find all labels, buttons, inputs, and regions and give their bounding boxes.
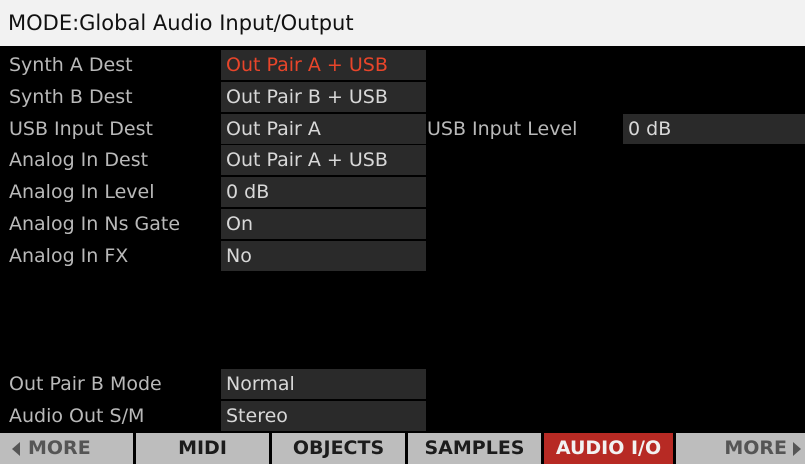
tab-more-right[interactable]: MORE [676,433,805,464]
usb-input-level-label: USB Input Level [427,118,578,140]
analog-in-dest-label: Analog In Dest [9,149,149,171]
analog-in-fx-value[interactable]: No [221,241,426,271]
tab-more-left[interactable]: MORE [0,433,133,464]
analog-in-dest-value[interactable]: Out Pair A + USB [221,145,426,175]
analog-in-ns-gate-value[interactable]: On [221,209,426,239]
soft-button-bar: MORE MIDI OBJECTS SAMPLES AUDIO I/O MORE [0,433,805,464]
out-pair-b-mode-value[interactable]: Normal [221,369,426,399]
synth-b-dest-label: Synth B Dest [9,86,133,108]
synth-a-dest-value[interactable]: Out Pair A + USB [221,50,426,80]
triangle-left-icon [12,441,20,456]
out-pair-b-mode-label: Out Pair B Mode [9,373,162,395]
usb-input-dest-label: USB Input Dest [9,118,153,140]
tab-more-left-label: MORE [28,437,91,459]
usb-input-level-value[interactable]: 0 dB [623,114,805,144]
synth-b-dest-value[interactable]: Out Pair B + USB [221,82,426,112]
page-title: MODE:Global Audio Input/Output [0,0,805,46]
analog-in-level-value[interactable]: 0 dB [221,177,426,207]
analog-in-ns-gate-label: Analog In Ns Gate [9,213,181,235]
synth-a-dest-label: Synth A Dest [9,54,133,76]
tab-more-right-label: MORE [724,437,787,459]
tab-midi[interactable]: MIDI [136,433,269,464]
audio-out-sm-value[interactable]: Stereo [221,401,426,431]
analog-in-level-label: Analog In Level [9,181,155,203]
tab-objects[interactable]: OBJECTS [272,433,405,464]
tab-samples[interactable]: SAMPLES [408,433,541,464]
analog-in-fx-label: Analog In FX [9,245,129,267]
triangle-right-icon [793,441,801,456]
tab-audio-io[interactable]: AUDIO I/O [544,433,673,464]
usb-input-dest-value[interactable]: Out Pair A [221,114,426,144]
audio-out-sm-label: Audio Out S/M [9,405,145,427]
